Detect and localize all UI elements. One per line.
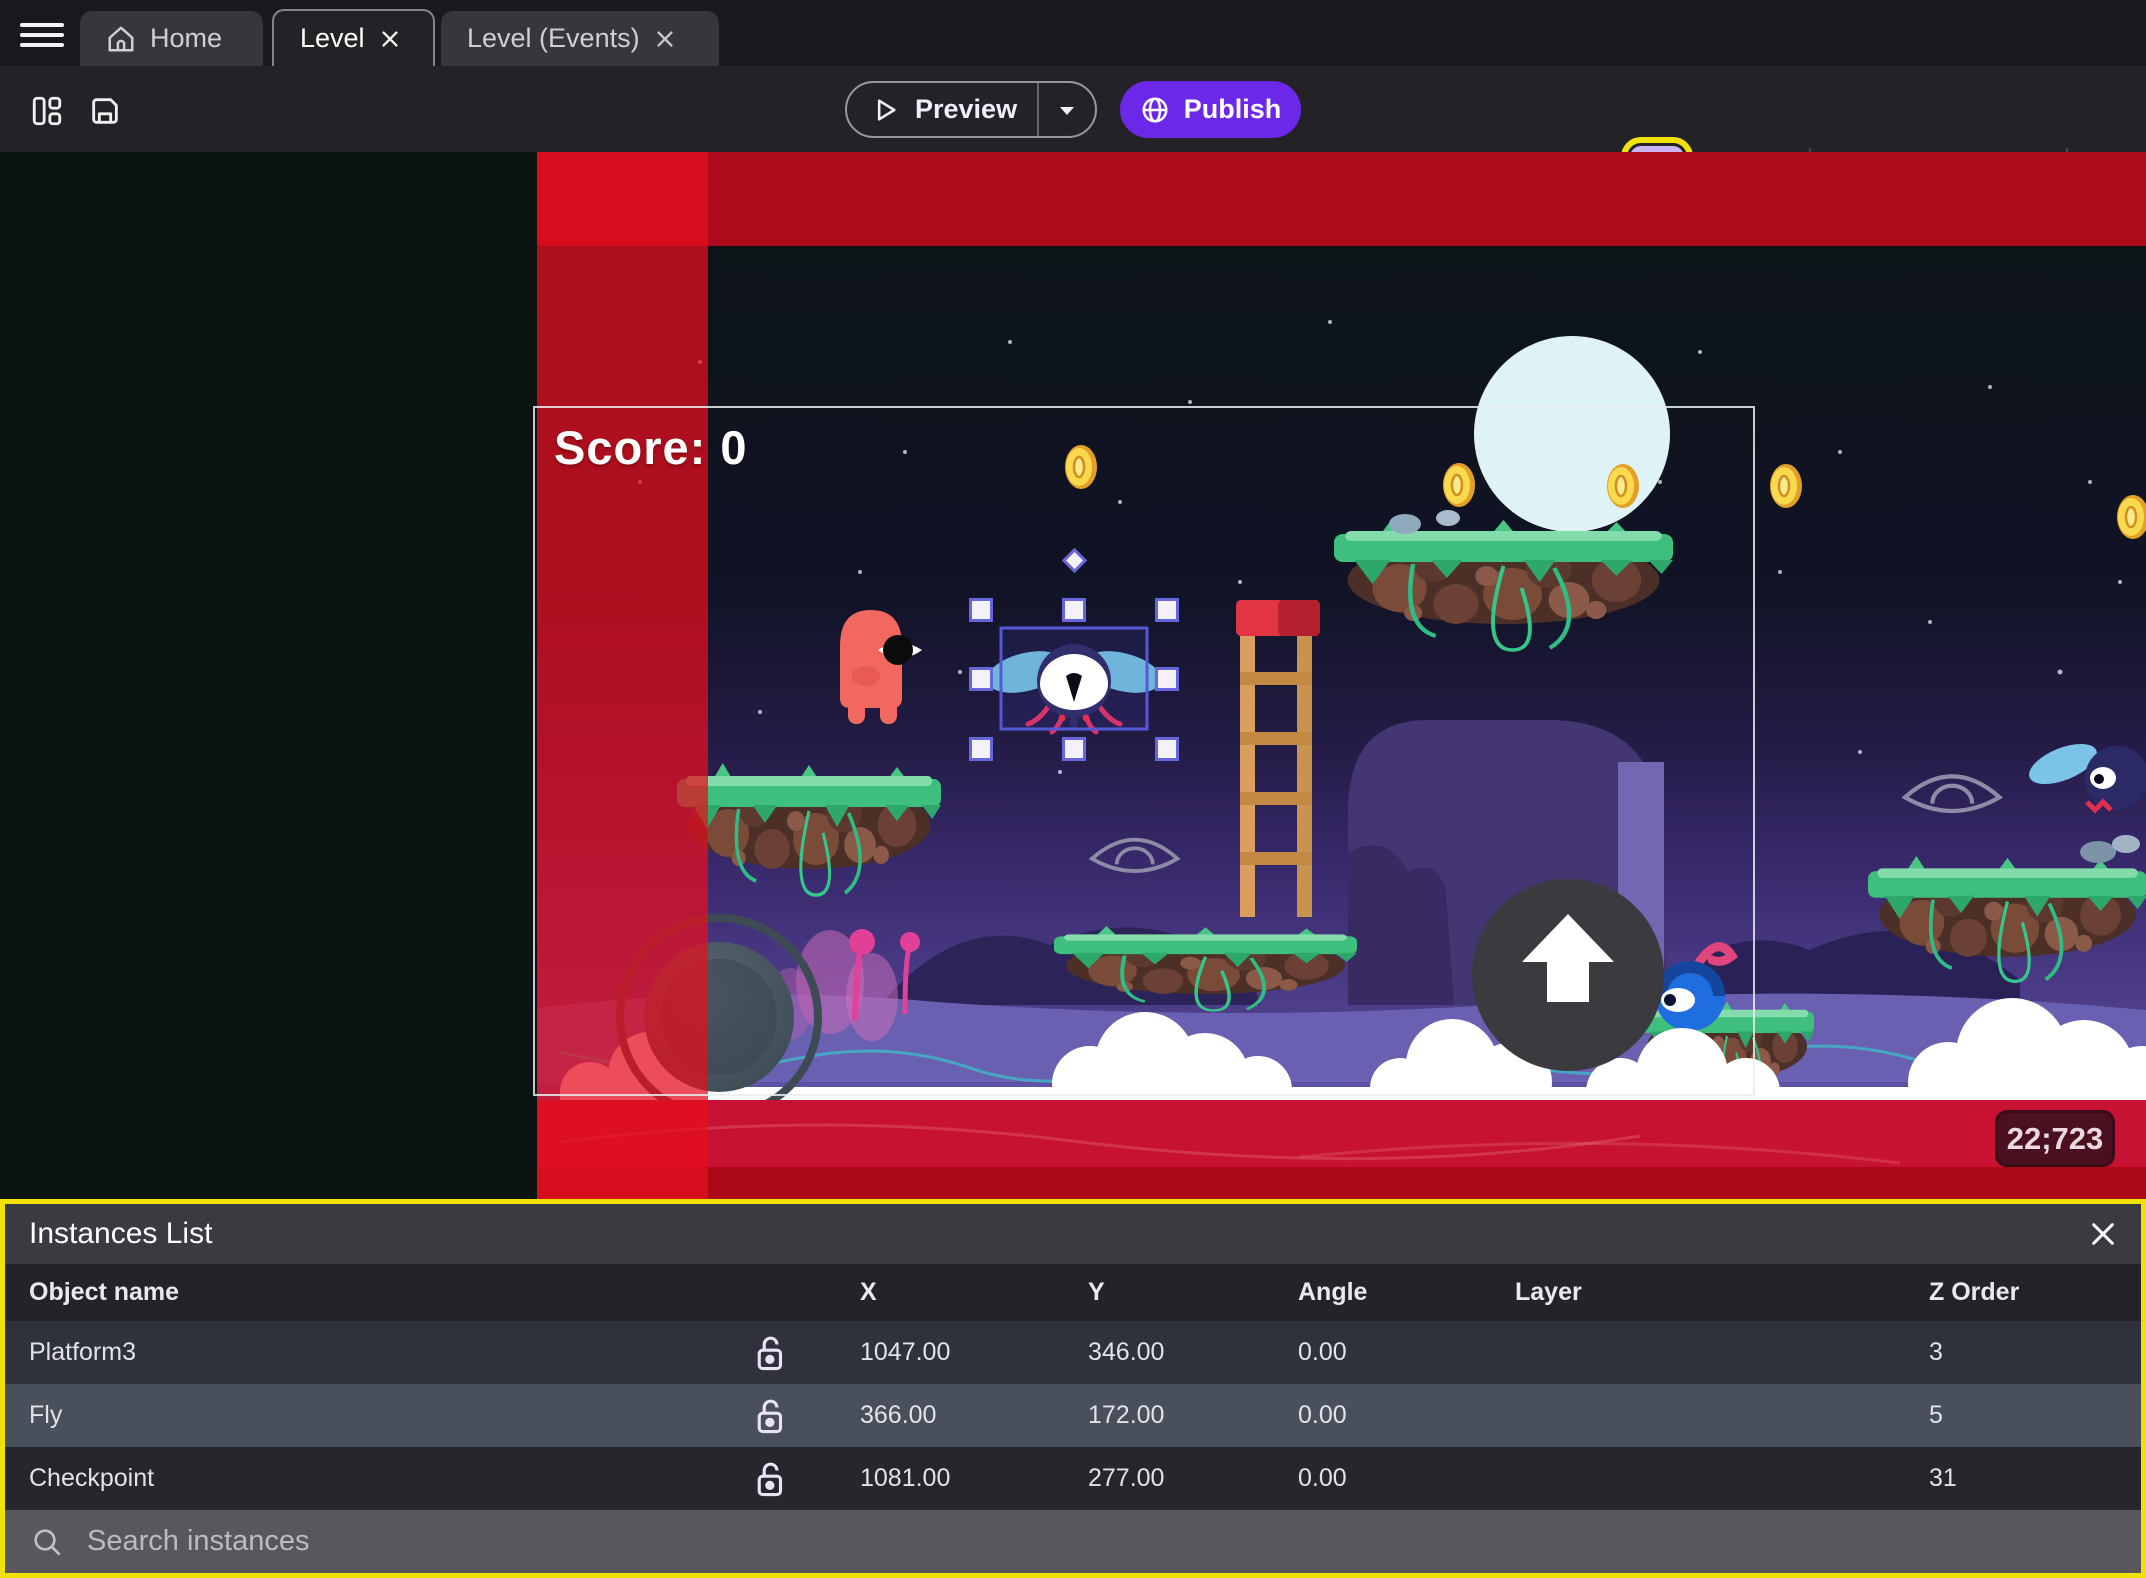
col-angle: Angle	[1298, 1278, 1368, 1306]
main-menu-button[interactable]	[20, 17, 64, 49]
col-z-order: Z Order	[1929, 1278, 2020, 1306]
home-icon	[108, 26, 134, 51]
cursor-coordinates-badge: 22;723	[1995, 1110, 2115, 1167]
preview-button[interactable]: Preview	[845, 81, 1097, 138]
tab-bar: Home Level Level (Events)	[0, 0, 2146, 66]
unlock-icon[interactable]	[755, 1334, 789, 1372]
cell-object-name: Platform3	[29, 1338, 136, 1366]
preview-options-button[interactable]	[1039, 98, 1095, 122]
red-strip-overlay	[537, 152, 708, 1199]
jump-button[interactable]	[1472, 879, 1664, 1071]
table-row-selected[interactable]: Fly 366.00 172.00 0.00 5	[5, 1384, 2141, 1447]
unlock-icon[interactable]	[755, 1460, 789, 1498]
cell-z-order: 5	[1929, 1401, 1943, 1429]
search-bar	[5, 1510, 2141, 1573]
cell-y: 172.00	[1088, 1401, 1165, 1429]
instances-list-panel: Instances List Object name X Y Angle Lay…	[0, 1199, 2146, 1578]
split-panels-icon	[32, 96, 62, 126]
toggle-panels-button[interactable]	[30, 94, 64, 128]
table-header: Object name X Y Angle Layer Z Order	[5, 1264, 2141, 1321]
button-divider	[1037, 81, 1039, 138]
cell-object-name: Fly	[29, 1401, 63, 1429]
tab-home-label: Home	[150, 23, 223, 53]
cell-angle: 0.00	[1298, 1401, 1347, 1429]
cell-angle: 0.00	[1298, 1464, 1347, 1492]
table-row[interactable]: Platform3 1047.00 346.00 0.00 3	[5, 1321, 2141, 1384]
red-band-top	[537, 152, 2146, 246]
panel-title: Instances List	[29, 1217, 213, 1250]
moon	[1474, 336, 1670, 532]
tab-level[interactable]: Level	[272, 9, 435, 66]
caret-down-icon	[1059, 106, 1074, 115]
close-icon[interactable]	[2087, 1218, 2119, 1250]
save-icon	[92, 98, 118, 124]
bottom-red-band	[537, 1100, 2146, 1199]
close-icon[interactable]	[654, 28, 676, 50]
editor-toolbar: Preview Publish	[0, 66, 2146, 215]
save-button[interactable]	[88, 94, 122, 128]
col-x: X	[860, 1278, 877, 1306]
cell-y: 277.00	[1088, 1464, 1165, 1492]
score-text: Score: 0	[554, 421, 748, 474]
hamburger-icon	[20, 22, 64, 27]
fly-enemy-selected[interactable]	[983, 626, 1166, 735]
col-y: Y	[1088, 1278, 1105, 1306]
publish-button[interactable]: Publish	[1120, 81, 1301, 138]
cell-x: 1047.00	[860, 1338, 951, 1366]
tab-level-label: Level	[300, 23, 365, 53]
search-icon	[34, 1528, 61, 1556]
col-layer: Layer	[1515, 1278, 1582, 1306]
publish-label: Publish	[1183, 94, 1282, 124]
cell-x: 1081.00	[860, 1464, 951, 1492]
close-icon[interactable]	[379, 28, 401, 50]
app-window: Home Level Level (Events) Preview Publis…	[0, 0, 2146, 1578]
cell-z-order: 3	[1929, 1338, 1943, 1366]
preview-label: Preview	[915, 94, 1018, 124]
globe-icon	[1142, 97, 1168, 122]
col-object-name: Object name	[29, 1278, 180, 1306]
cell-y: 346.00	[1088, 1338, 1165, 1366]
cell-x: 366.00	[860, 1401, 937, 1429]
play-icon	[877, 98, 896, 121]
cell-angle: 0.00	[1298, 1338, 1347, 1366]
unlock-icon[interactable]	[755, 1397, 789, 1435]
table-row[interactable]: Checkpoint 1081.00 277.00 0.00 31	[5, 1447, 2141, 1510]
cell-z-order: 31	[1929, 1464, 1957, 1492]
search-instances-input[interactable]	[85, 1524, 2141, 1559]
tab-home[interactable]: Home	[80, 11, 263, 66]
tab-level-events[interactable]: Level (Events)	[441, 11, 719, 66]
cell-object-name: Checkpoint	[29, 1464, 155, 1492]
panel-title-bar: Instances List	[5, 1204, 2141, 1264]
scene-canvas[interactable]	[0, 152, 2146, 1199]
tab-level-events-label: Level (Events)	[467, 23, 640, 53]
